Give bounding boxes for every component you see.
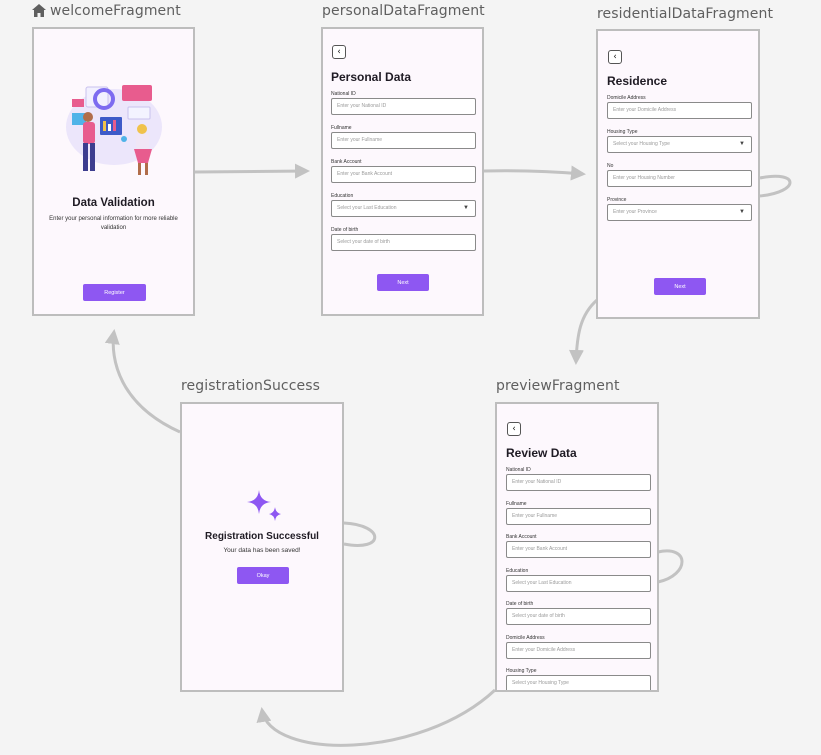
field-label: Domicile Address xyxy=(607,95,646,101)
input-placeholder: Enter your Province xyxy=(613,209,657,215)
input-field[interactable]: Select your date of birth xyxy=(331,234,476,251)
residence-title: Residence xyxy=(607,74,668,88)
edge-residential-to-preview xyxy=(568,298,599,365)
dropdown-arrow-icon[interactable]: ▼ xyxy=(463,201,469,216)
input-placeholder: Enter your Housing Number xyxy=(613,175,675,181)
input-field[interactable]: Enter your Bank Account xyxy=(331,166,476,183)
welcome-title: Data Validation xyxy=(72,197,155,209)
edge-residential-self xyxy=(759,174,792,198)
input-field[interactable]: Select your Last Education ▼ xyxy=(331,200,476,217)
input-field[interactable]: Select your Last Education xyxy=(506,574,651,592)
input-field[interactable]: Enter your Fullname xyxy=(506,507,651,525)
input-field[interactable]: Enter your Province ▼ xyxy=(607,204,752,221)
field-label: Housing Type xyxy=(607,129,638,135)
destination-label-residential: residentialDataFragment xyxy=(597,6,774,22)
review-title: Review Data xyxy=(506,446,577,460)
edge-personal-to-residential xyxy=(483,165,586,181)
personal-next-button[interactable]: Next xyxy=(377,274,429,291)
edge-success-to-welcome xyxy=(104,329,181,434)
field-label: Education xyxy=(506,567,529,574)
registration-success-screen[interactable]: Registration Successful Your data has be… xyxy=(180,402,344,692)
field-label: Fullname xyxy=(506,500,527,507)
input-placeholder: Enter your National ID xyxy=(337,103,387,109)
field-label: Bank Account xyxy=(506,534,537,540)
input-placeholder: Select your date of birth xyxy=(337,239,390,245)
residence-next-button[interactable]: Next xyxy=(654,278,706,295)
personal-data-screen[interactable]: ‹ Personal Data National ID Enter your Na… xyxy=(321,27,484,316)
dropdown-arrow-icon[interactable]: ▼ xyxy=(739,137,745,152)
input-field[interactable]: Select your Housing Type ▼ xyxy=(607,136,752,153)
edge-success-self xyxy=(343,521,376,547)
success-subtitle: Your data has been saved! xyxy=(223,547,301,554)
field-label: Fullname xyxy=(331,125,352,131)
field-label: Bank Account xyxy=(331,159,362,165)
input-placeholder: Enter your Fullname xyxy=(337,137,383,143)
review-data-screen[interactable]: ‹ Review Data National ID Enter your Nati… xyxy=(495,402,659,692)
input-field[interactable]: Select your date of birth xyxy=(506,608,651,625)
welcome-label-text: welcomeFragment xyxy=(50,3,181,19)
input-placeholder: Enter your Bank Account xyxy=(337,171,393,177)
input-placeholder: Select your Housing Type xyxy=(613,141,670,147)
destination-label-preview: previewFragment xyxy=(496,378,620,394)
data-validation-illustration xyxy=(66,85,162,175)
field-label: Domicile Address xyxy=(506,634,545,641)
home-icon xyxy=(32,4,46,17)
back-arrow-icon[interactable]: ‹ xyxy=(507,422,521,436)
destination-label-personal: personalDataFragment xyxy=(322,3,485,19)
field-label: Date of birth xyxy=(331,227,359,233)
field-label: National ID xyxy=(506,467,531,473)
okay-button[interactable]: Okay xyxy=(237,567,289,584)
input-field[interactable]: Enter your Domicile Address xyxy=(506,641,651,659)
back-arrow-icon[interactable]: ‹ xyxy=(608,50,622,64)
input-placeholder: Enter your Fullname xyxy=(512,512,558,519)
input-placeholder: Select your Housing Type xyxy=(512,680,569,686)
back-arrow-icon[interactable]: ‹ xyxy=(332,45,346,59)
input-field[interactable]: Enter your National ID xyxy=(506,474,651,491)
input-field[interactable]: Enter your Bank Account xyxy=(506,541,651,558)
edge-welcome-to-personal xyxy=(194,163,310,179)
field-label: Education xyxy=(331,193,354,199)
sparkle-icon xyxy=(247,490,281,521)
input-field[interactable]: Enter your Fullname xyxy=(331,132,476,149)
field-label: National ID xyxy=(331,91,356,97)
field-label: Date of birth xyxy=(506,601,534,607)
destination-label-success: registrationSuccess xyxy=(181,378,321,394)
field-label: Province xyxy=(607,197,627,203)
welcome-subtitle: Enter your personal information for more… xyxy=(49,216,178,231)
personal-title: Personal Data xyxy=(331,70,412,84)
field-label: No xyxy=(607,163,614,169)
input-placeholder: Select your Last Education xyxy=(512,579,572,586)
input-placeholder: Enter your Domicile Address xyxy=(613,107,677,113)
edge-preview-self xyxy=(657,549,684,584)
residence-screen[interactable]: ‹ Residence Domicile Address Enter your D… xyxy=(596,29,760,319)
edge-preview-to-success xyxy=(256,688,497,747)
register-button[interactable]: Register xyxy=(83,284,146,301)
input-placeholder: Enter your National ID xyxy=(512,479,562,485)
input-field[interactable]: Enter your National ID xyxy=(331,98,476,115)
dropdown-arrow-icon[interactable]: ▼ xyxy=(739,205,745,220)
field-label: Housing Type xyxy=(506,668,537,674)
success-title: Registration Successful xyxy=(205,531,319,542)
input-placeholder: Select your date of birth xyxy=(512,613,565,619)
input-placeholder: Enter your Bank Account xyxy=(512,546,568,552)
input-placeholder: Enter your Domicile Address xyxy=(512,646,576,653)
destination-label-welcome: welcomeFragment xyxy=(32,3,181,19)
input-field[interactable]: Enter your Domicile Address xyxy=(607,102,752,119)
input-field[interactable]: Select your Housing Type xyxy=(506,675,651,690)
input-field[interactable]: Enter your Housing Number xyxy=(607,170,752,187)
input-placeholder: Select your Last Education xyxy=(337,205,397,211)
welcome-screen[interactable]: Data Validation Enter your personal info… xyxy=(32,27,195,316)
